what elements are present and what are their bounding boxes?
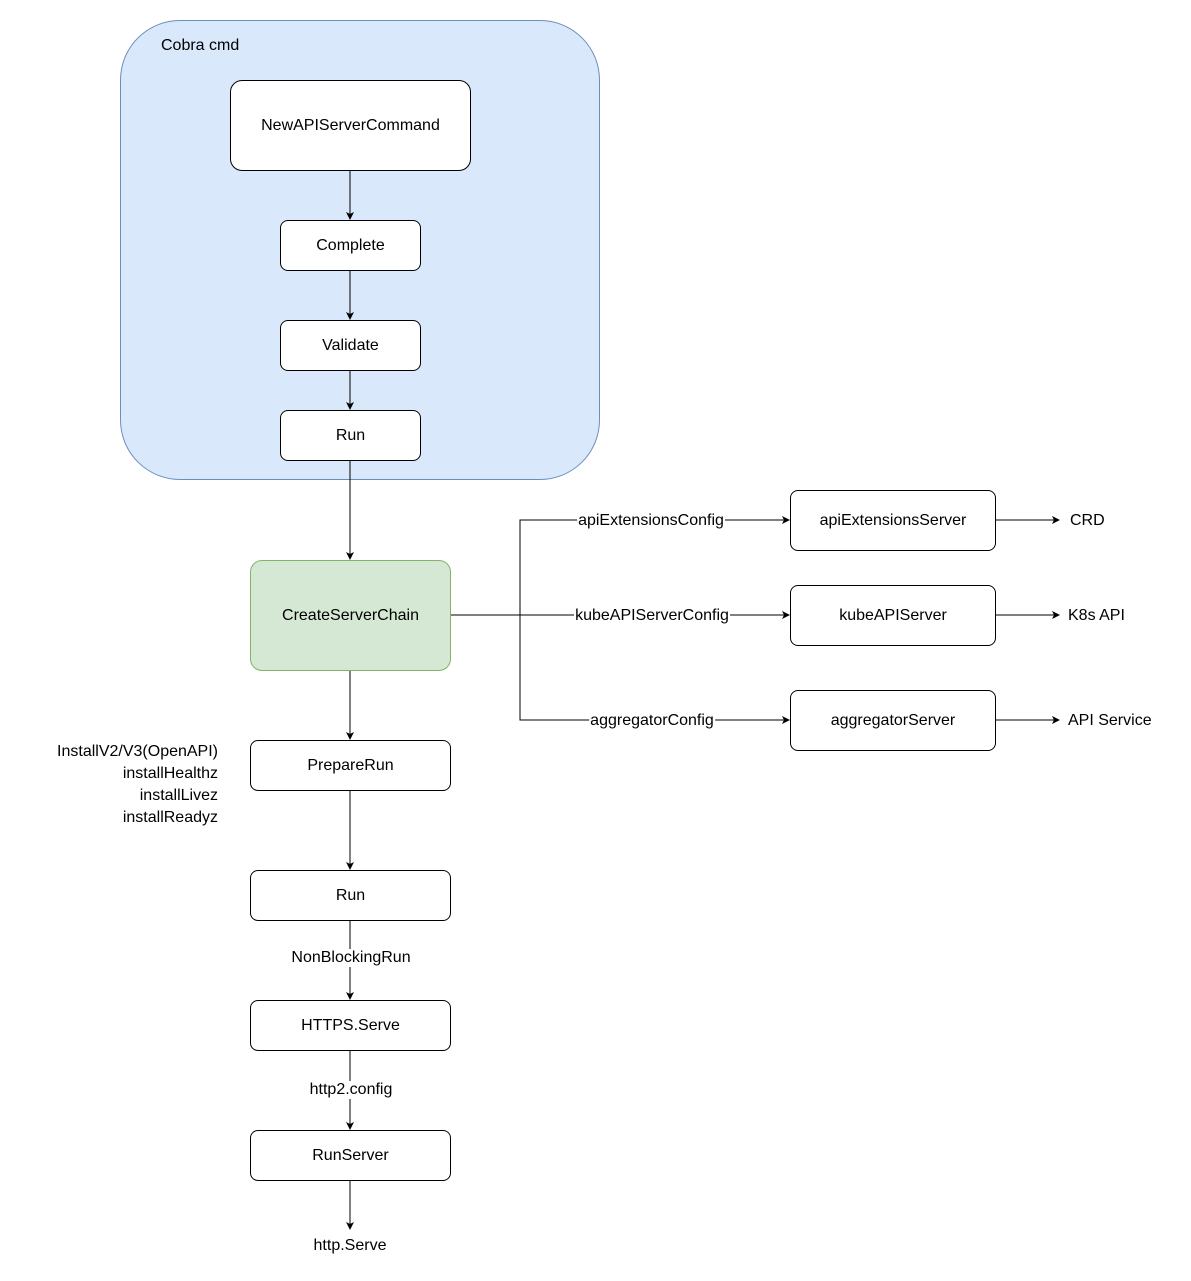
edge-label-kube-api-server-config: kubeAPIServerConfig (574, 607, 730, 625)
edge-label-api-extensions-config: apiExtensionsConfig (577, 512, 725, 530)
node-label: apiExtensionsServer (819, 511, 967, 529)
node-create-server-chain[interactable]: CreateServerChain (250, 560, 451, 671)
node-label: CreateServerChain (282, 606, 419, 624)
node-label: RunServer (312, 1146, 389, 1164)
node-api-extensions-server[interactable]: apiExtensionsServer (790, 490, 996, 551)
prepare-run-notes: InstallV2/V3(OpenAPI) installHealthz ins… (57, 741, 218, 829)
node-https-serve[interactable]: HTTPS.Serve (250, 1000, 451, 1051)
edge-chain-aggregator (519, 615, 790, 724)
output-k8s-api: K8s API (1068, 607, 1125, 624)
node-complete[interactable]: Complete (280, 220, 421, 271)
node-label: kubeAPIServer (839, 606, 947, 624)
node-label: Validate (322, 336, 379, 354)
node-label: Run (335, 426, 366, 444)
edge-label-non-blocking-run: NonBlockingRun (290, 949, 412, 967)
note-line: InstallV2/V3(OpenAPI) (57, 743, 218, 760)
note-line: installHealthz (122, 765, 218, 782)
edge-label-aggregator-config: aggregatorConfig (589, 712, 715, 730)
node-kube-api-server[interactable]: kubeAPIServer (790, 585, 996, 646)
node-validate[interactable]: Validate (280, 320, 421, 371)
edges (346, 170, 1060, 1230)
node-label: HTTPS.Serve (301, 1016, 400, 1034)
node-label: Complete (316, 236, 385, 254)
note-line: installLivez (139, 787, 218, 804)
node-aggregator-server[interactable]: aggregatorServer (790, 690, 996, 751)
node-run-server[interactable]: RunServer (250, 1130, 451, 1181)
node-label: PrepareRun (307, 756, 394, 774)
node-prepare-run[interactable]: PrepareRun (250, 740, 451, 791)
node-run-cmd[interactable]: Run (280, 410, 421, 461)
node-label: Run (335, 886, 366, 904)
note-line: installReadyz (122, 809, 218, 826)
diagram-canvas: Cobra cmd NewAPIServerCommand Complete V… (0, 0, 1191, 1281)
edge-chain-apiext (519, 516, 790, 615)
node-label: NewAPIServerCommand (261, 116, 440, 134)
node-run[interactable]: Run (250, 870, 451, 921)
output-api-service: API Service (1068, 712, 1152, 729)
output-http-serve: http.Serve (313, 1237, 387, 1254)
node-new-api-server-command[interactable]: NewAPIServerCommand (230, 80, 471, 171)
edge-label-http2-config: http2.config (308, 1081, 394, 1099)
node-label: aggregatorServer (830, 711, 956, 729)
output-crd: CRD (1070, 512, 1105, 529)
